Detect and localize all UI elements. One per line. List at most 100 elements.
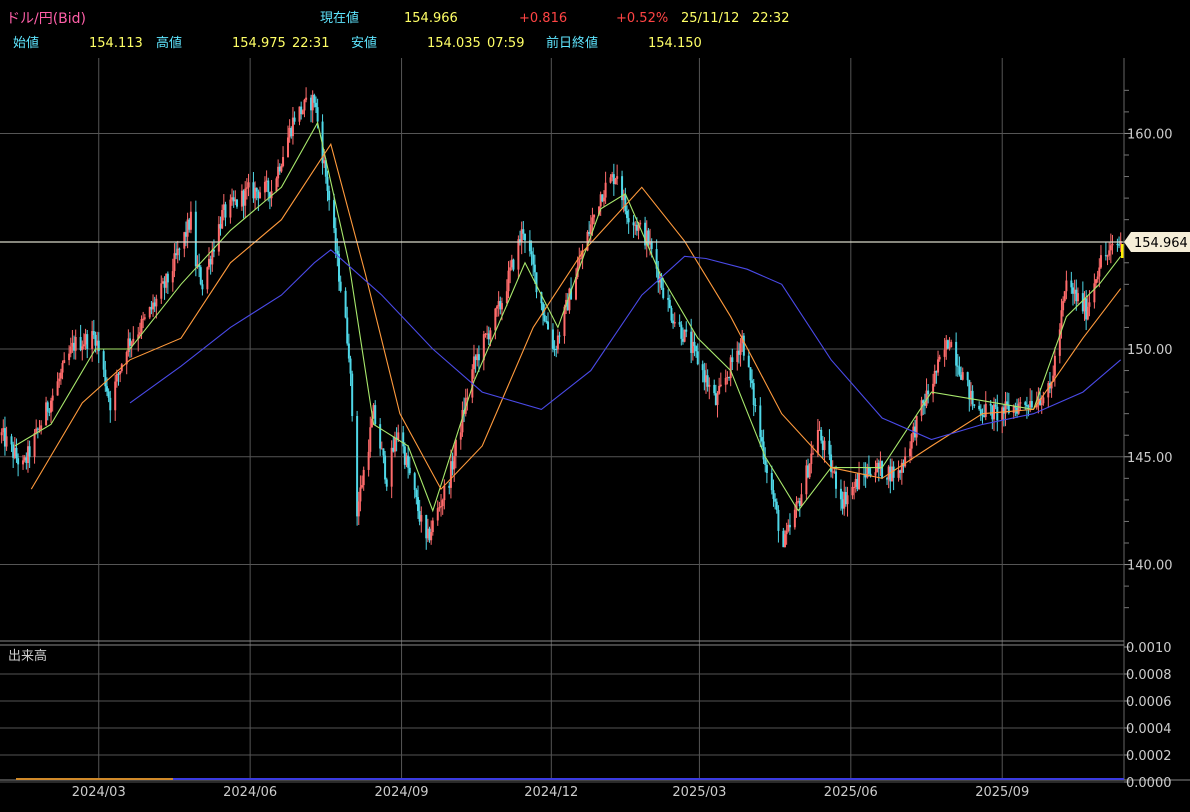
candle-body [978,405,981,410]
candle-body [1065,280,1068,292]
candle-body [731,357,734,363]
volume-tick-label: 0.0010 [1126,641,1172,656]
candle-body [774,498,777,502]
current-price-label: 154.964 [1134,236,1188,251]
candle-body [263,181,266,193]
candle-body [143,317,146,319]
candle-body [943,349,946,357]
price-chart[interactable]: 2024/03 2024/06 2024/09 2024/12 2025/03 2025/… [0,0,1190,812]
candle-body [384,455,387,480]
candle-body [438,507,441,509]
candle-body [764,459,767,465]
candle-body [716,393,719,405]
candle-body [846,495,849,505]
candle-body [624,194,627,211]
candle-body [92,331,95,335]
candle-body [1024,402,1027,405]
candle-body [556,335,559,350]
candle-body [933,370,936,384]
candle-body [97,340,100,352]
candle-body [1030,401,1033,408]
candle-body [362,469,365,486]
candle-body [50,400,53,413]
candle-body [500,303,503,310]
candle-body [369,427,372,452]
candle-body [333,200,336,229]
candle-body [696,351,699,365]
candle-body [33,433,36,457]
candle-body [589,224,592,235]
candle-body [15,447,18,459]
candle-body [793,509,796,528]
candle-body [305,97,308,100]
candle-body [275,178,278,192]
candle-body [892,466,895,478]
candle-body [1099,255,1102,268]
candle-body [63,360,66,364]
candle-body [632,222,635,226]
candle-body [955,341,958,366]
volume-tick-label: 0.0004 [1126,722,1172,737]
candle-body [224,204,227,218]
candle-body [858,473,861,490]
volume-label: 出来高 [8,648,47,664]
candle-body [558,335,561,337]
candle-body [747,355,750,368]
candle-body [591,217,594,225]
candle-body [948,347,951,349]
candle-body [937,359,940,373]
candle-body [178,248,181,250]
candle-body [382,448,385,456]
candle-body [351,373,354,417]
candle-body [361,485,364,488]
candle-body [1063,291,1066,302]
ma_short-line [14,121,1122,513]
candle-body [685,329,688,332]
candle-body [535,272,538,293]
y-tick-label: 160.00 [1127,127,1173,142]
candle-body [107,391,110,398]
candle-body [105,386,108,392]
chart-grid [0,58,1124,780]
candle-body [194,211,197,267]
candle-body [357,501,360,517]
candle-body [155,298,158,307]
candle-body [522,229,525,234]
candle-body [765,464,768,474]
candle-body [356,416,359,517]
volume-tick-label: 0.0002 [1126,749,1172,764]
candle-body [910,434,913,449]
candle-body [1042,397,1045,404]
candle-body [336,250,339,254]
candle-body [326,176,329,191]
candle-body [393,437,396,452]
candle-body [402,432,405,447]
candle-body [1060,310,1063,330]
candle-body [303,99,306,111]
candle-body [415,489,418,498]
candle-body [86,334,89,349]
candle-body [695,346,698,352]
candle-body [173,253,176,272]
candle-body [512,259,515,270]
candle-body [212,249,215,252]
y-tick-label: 150.00 [1127,343,1173,358]
candle-body [938,356,941,360]
candle-body [1070,280,1073,288]
candle-body [971,390,974,405]
candle-body [749,367,752,381]
candle-body [245,187,248,189]
x-tick-label: 2024/12 [524,785,578,800]
candle-body [810,453,813,464]
y-tick-label: 140.00 [1127,559,1173,574]
candle-body [867,467,870,474]
candle-body [532,254,535,265]
candle-body [10,436,13,445]
candle-body [627,218,630,223]
candle-body [244,188,247,206]
x-tick-label: 2024/03 [72,785,126,800]
candle-body [530,251,533,255]
candle-body [760,437,763,442]
candle-body [114,381,117,411]
ma_long-line [129,249,1122,441]
